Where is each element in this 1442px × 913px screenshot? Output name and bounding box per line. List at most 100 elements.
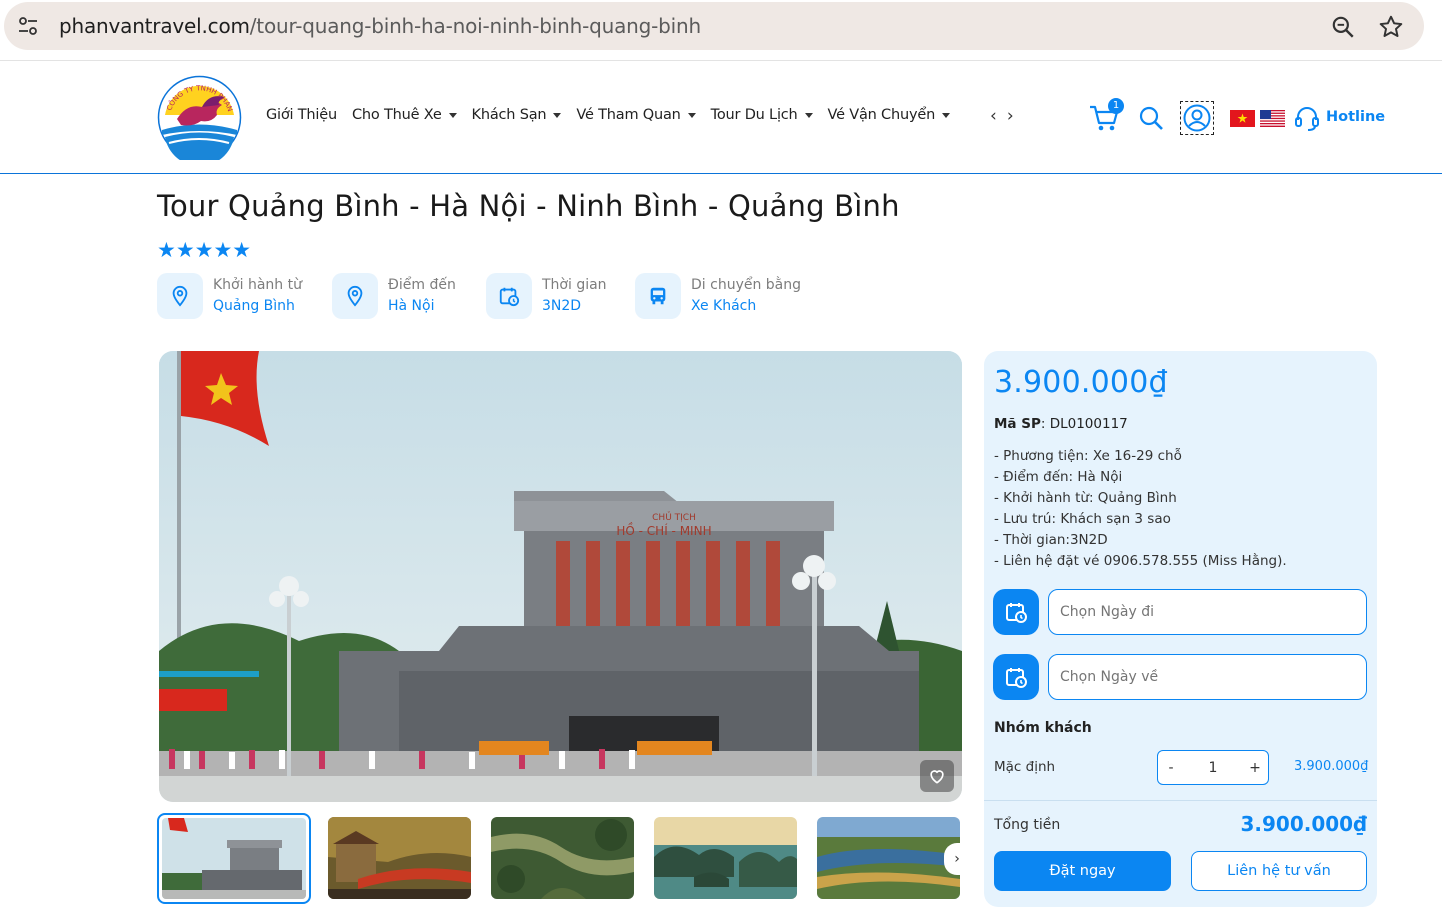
mausoleum-sign-top: CHỦ TỊCH bbox=[652, 511, 696, 523]
caret-down-icon bbox=[448, 112, 457, 118]
detail-line: - Lưu trú: Khách sạn 3 sao bbox=[994, 511, 1171, 527]
hotline-link[interactable]: Hotline bbox=[1326, 109, 1385, 125]
page-title: Tour Quảng Bình - Hà Nội - Ninh Bình - Q… bbox=[157, 189, 900, 223]
contact-button[interactable]: Liên hệ tư vấn bbox=[1191, 851, 1367, 891]
vietnamese-flag-icon[interactable] bbox=[1230, 110, 1255, 127]
url-domain: phanvantravel.com bbox=[59, 14, 250, 38]
caret-down-icon bbox=[804, 112, 813, 118]
url-text[interactable]: phanvantravel.com/tour-quang-binh-ha-noi… bbox=[59, 14, 701, 38]
info-label: Thời gian bbox=[542, 277, 607, 293]
divider bbox=[984, 800, 1377, 801]
nav-item-label: Cho Thuê Xe bbox=[351, 107, 442, 123]
search-icon[interactable] bbox=[1138, 105, 1164, 131]
info-label: Điểm đến bbox=[388, 277, 456, 293]
browser-toolbar: phanvantravel.com/tour-quang-binh-ha-noi… bbox=[0, 0, 1442, 61]
thumbnail-image bbox=[817, 817, 960, 899]
favorite-button[interactable] bbox=[920, 760, 954, 792]
nav-item-label: Vé Vận Chuyển bbox=[827, 107, 936, 123]
thumbnail-4[interactable] bbox=[654, 817, 797, 899]
info-value: Xe Khách bbox=[691, 298, 757, 314]
mausoleum-photo: CHỦ TỊCH HỒ - CHÍ - MINH bbox=[159, 351, 962, 802]
nav-item-cho-thue-xe[interactable]: Cho Thuê Xe bbox=[352, 107, 457, 123]
bus-icon bbox=[635, 273, 681, 319]
thumbnail-1[interactable] bbox=[157, 813, 311, 904]
thumbnail-next-button[interactable]: › bbox=[944, 843, 970, 875]
bookmark-star-icon[interactable] bbox=[1378, 14, 1404, 40]
main-gallery-image[interactable]: CHỦ TỊCH HỒ - CHÍ - MINH bbox=[159, 351, 962, 802]
nav-item-gioi-thieu[interactable]: Giới Thiệu bbox=[266, 107, 337, 123]
info-value: 3N2D bbox=[542, 298, 582, 314]
info-destination: Điểm đến Hà Nội bbox=[332, 273, 456, 319]
info-label: Di chuyển bằng bbox=[691, 277, 802, 293]
caret-down-icon bbox=[687, 112, 696, 118]
return-date-row bbox=[993, 654, 1367, 700]
nav-item-khach-san[interactable]: Khách Sạn bbox=[472, 107, 562, 123]
thumbnail-strip bbox=[157, 813, 963, 905]
sku-value: : DL0100117 bbox=[1040, 416, 1128, 432]
product-sku: Mã SP: DL0100117 bbox=[994, 416, 1128, 432]
nav-next-button[interactable]: › bbox=[1007, 106, 1014, 126]
user-icon bbox=[1183, 104, 1211, 132]
account-button[interactable] bbox=[1180, 101, 1214, 135]
product-details: - Phương tiện: Xe 16-29 chỗ - Điểm đến: … bbox=[994, 446, 1287, 572]
heart-icon bbox=[930, 770, 944, 784]
cart-count-badge: 1 bbox=[1108, 98, 1124, 114]
decrement-button[interactable]: - bbox=[1164, 760, 1178, 776]
nav-prev-button[interactable]: ‹ bbox=[990, 106, 997, 126]
sku-label: Mã SP bbox=[994, 416, 1041, 432]
departure-calendar-button[interactable] bbox=[993, 589, 1039, 635]
url-path: /tour-quang-binh-ha-noi-ninh-binh-quang-… bbox=[249, 14, 701, 38]
site-header: CÔNG TY TNHH PHAN VĂN Giới Thiệu Cho Thu… bbox=[0, 61, 1442, 174]
location-pin-icon bbox=[332, 273, 378, 319]
group-label: Mặc định bbox=[994, 759, 1056, 775]
main-nav: Giới Thiệu Cho Thuê Xe Khách Sạn Vé Tham… bbox=[266, 107, 965, 123]
english-flag-icon[interactable] bbox=[1260, 110, 1285, 127]
total-label: Tổng tiền bbox=[994, 817, 1061, 833]
thumbnail-image bbox=[491, 817, 634, 899]
book-now-button[interactable]: Đặt ngay bbox=[994, 851, 1171, 891]
increment-button[interactable]: + bbox=[1248, 760, 1262, 776]
calendar-clock-icon bbox=[486, 273, 532, 319]
quantity-value[interactable]: 1 bbox=[1206, 760, 1220, 776]
detail-line: - Liên hệ đặt vé 0906.578.555 (Miss Hằng… bbox=[994, 553, 1287, 569]
departure-date-input[interactable] bbox=[1048, 589, 1367, 635]
info-value: Hà Nội bbox=[388, 298, 435, 314]
detail-line: - Thời gian:3N2D bbox=[994, 532, 1108, 548]
nav-item-label: Vé Tham Quan bbox=[576, 107, 681, 123]
detail-line: - Điểm đến: Hà Nội bbox=[994, 469, 1123, 485]
info-duration: Thời gian 3N2D bbox=[486, 273, 607, 319]
zoom-icon[interactable] bbox=[1330, 14, 1356, 40]
total-value: 3.900.000₫ bbox=[1240, 812, 1367, 836]
info-departure: Khởi hành từ Quảng Bình bbox=[157, 273, 302, 319]
nav-item-ve-tham-quan[interactable]: Vé Tham Quan bbox=[576, 107, 696, 123]
return-date-input[interactable] bbox=[1048, 654, 1367, 700]
nav-item-label: Giới Thiệu bbox=[266, 107, 337, 123]
info-label: Khởi hành từ bbox=[213, 277, 302, 293]
info-transport: Di chuyển bằng Xe Khách bbox=[635, 273, 801, 319]
address-bar[interactable]: phanvantravel.com/tour-quang-binh-ha-noi… bbox=[4, 2, 1424, 50]
caret-down-icon bbox=[942, 112, 951, 118]
thumbnail-image bbox=[654, 817, 797, 899]
calendar-icon bbox=[1006, 668, 1027, 688]
caret-down-icon bbox=[553, 112, 562, 118]
thumbnail-2[interactable] bbox=[328, 817, 471, 899]
site-settings-icon[interactable] bbox=[16, 14, 40, 38]
nav-item-ve-van-chuyen[interactable]: Vé Vận Chuyển bbox=[828, 107, 951, 123]
calendar-icon bbox=[1006, 603, 1027, 623]
quantity-stepper: - 1 + bbox=[1157, 750, 1269, 785]
nav-scroll-arrows: ‹ › bbox=[990, 106, 1014, 126]
nav-item-tour-du-lich[interactable]: Tour Du Lịch bbox=[711, 107, 813, 123]
thumbnail-3[interactable] bbox=[491, 817, 634, 899]
headset-icon[interactable] bbox=[1293, 104, 1321, 132]
rating-stars: ★★★★★ bbox=[157, 238, 252, 262]
location-pin-icon bbox=[157, 273, 203, 319]
company-logo[interactable]: CÔNG TY TNHH PHAN VĂN bbox=[157, 75, 242, 160]
nav-item-label: Tour Du Lịch bbox=[710, 107, 798, 123]
info-value: Quảng Bình bbox=[213, 298, 295, 314]
thumbnail-5[interactable] bbox=[817, 817, 960, 899]
return-calendar-button[interactable] bbox=[993, 654, 1039, 700]
group-price: 3.900.000₫ bbox=[1294, 759, 1369, 774]
thumbnail-image bbox=[162, 818, 306, 899]
thumbnail-image bbox=[328, 817, 471, 899]
mausoleum-sign: HỒ - CHÍ - MINH bbox=[616, 522, 711, 538]
